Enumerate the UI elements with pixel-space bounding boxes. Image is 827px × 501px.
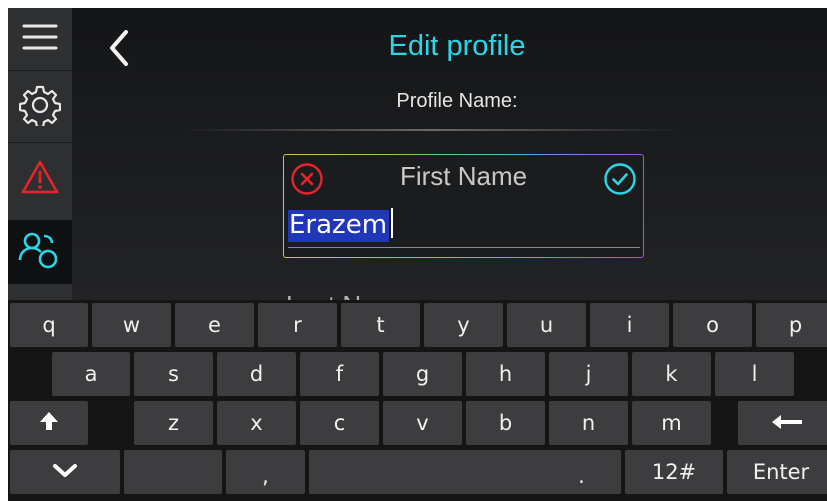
key-a[interactable]: a <box>52 352 130 396</box>
key-z[interactable]: z <box>134 401 213 445</box>
first-name-label: First Name <box>399 161 528 191</box>
users-icon <box>18 230 62 275</box>
key-t[interactable]: t <box>341 303 420 347</box>
enter-key[interactable]: Enter <box>727 450 827 494</box>
text-caret <box>391 208 394 238</box>
key-p[interactable]: p <box>756 303 827 347</box>
blank-key[interactable] <box>124 450 222 494</box>
numbers-key[interactable]: 12# <box>625 450 723 494</box>
chevron-down-icon <box>52 460 78 484</box>
key-s[interactable]: s <box>134 352 213 396</box>
main-panel: Edit profile Profile Name: First Name Er… <box>72 8 827 300</box>
shift-key[interactable] <box>10 401 88 445</box>
confirm-button[interactable] <box>603 162 637 196</box>
key-g[interactable]: g <box>383 352 462 396</box>
key-n[interactable]: n <box>549 401 628 445</box>
period-key[interactable]: . <box>542 450 621 494</box>
sidebar-divider <box>8 142 72 143</box>
sidebar-item-menu[interactable] <box>8 8 72 70</box>
key-l[interactable]: l <box>715 352 794 396</box>
key-b[interactable]: b <box>466 401 545 445</box>
on-screen-keyboard: q w e r t y u i o p a s d f g h j k l z … <box>8 300 827 501</box>
key-d[interactable]: d <box>217 352 296 396</box>
gear-icon <box>18 84 62 131</box>
last-name-label: Last Name <box>286 290 412 300</box>
key-m[interactable]: m <box>632 401 711 445</box>
key-x[interactable]: x <box>217 401 296 445</box>
clear-button[interactable] <box>290 162 324 196</box>
comma-key[interactable]: , <box>226 450 305 494</box>
sidebar <box>8 8 72 300</box>
key-o[interactable]: o <box>673 303 752 347</box>
divider <box>182 129 682 131</box>
key-e[interactable]: e <box>175 303 254 347</box>
key-v[interactable]: v <box>383 401 462 445</box>
sidebar-item-alerts[interactable] <box>8 148 72 210</box>
screen: Edit profile Profile Name: First Name Er… <box>8 8 827 501</box>
key-i[interactable]: i <box>590 303 669 347</box>
first-name-field: First Name Erazem <box>283 154 644 258</box>
key-f[interactable]: f <box>300 352 379 396</box>
arrow-up-icon <box>38 410 60 437</box>
selected-text: Erazem <box>288 210 390 242</box>
hide-keyboard-key[interactable] <box>10 450 120 494</box>
key-y[interactable]: y <box>424 303 503 347</box>
backspace-key[interactable] <box>738 401 827 445</box>
profile-name-label: Profile Name: <box>396 90 518 112</box>
close-circle-icon <box>290 163 324 200</box>
key-u[interactable]: u <box>507 303 586 347</box>
key-r[interactable]: r <box>258 303 337 347</box>
arrow-left-icon <box>770 411 804 435</box>
first-name-input[interactable]: Erazem <box>288 208 640 248</box>
warning-icon <box>20 159 60 200</box>
key-j[interactable]: j <box>549 352 628 396</box>
sidebar-item-profiles[interactable] <box>8 220 72 284</box>
key-w[interactable]: w <box>92 303 171 347</box>
key-k[interactable]: k <box>632 352 711 396</box>
check-circle-icon <box>603 163 637 200</box>
menu-icon <box>21 22 59 57</box>
page-title: Edit profile <box>388 30 526 62</box>
key-q[interactable]: q <box>10 303 88 347</box>
key-c[interactable]: c <box>300 401 379 445</box>
sidebar-item-settings[interactable] <box>8 76 72 138</box>
key-h[interactable]: h <box>466 352 545 396</box>
sidebar-divider <box>8 70 72 71</box>
